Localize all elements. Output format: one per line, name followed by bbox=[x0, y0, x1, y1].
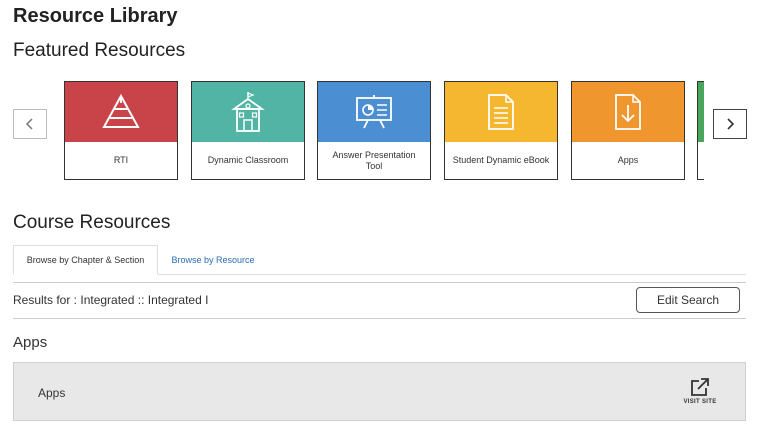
carousel-next-button[interactable] bbox=[713, 109, 747, 139]
browse-tabs: Browse by Chapter & Section Browse by Re… bbox=[13, 245, 746, 275]
card-answer-presentation-tool-banner bbox=[318, 82, 430, 142]
card-student-dynamic-ebook-banner bbox=[445, 82, 557, 142]
resource-row: Apps VISIT SITE bbox=[13, 362, 746, 421]
card-label: Student Dynamic eBook bbox=[452, 155, 550, 165]
card-label: Dynamic Classroom bbox=[207, 155, 289, 165]
pyramid-icon bbox=[102, 93, 140, 128]
schoolhouse-icon bbox=[231, 92, 265, 132]
download-icon bbox=[615, 94, 641, 130]
featured-card-answer-presentation-tool[interactable]: Answer Presentation Tool bbox=[317, 81, 431, 180]
featured-card-apps[interactable]: Apps bbox=[571, 81, 685, 180]
tab-browse-by-resource[interactable]: Browse by Resource bbox=[158, 245, 268, 275]
featured-card-partial[interactable] bbox=[697, 81, 704, 180]
course-resources-heading: Course Resources bbox=[13, 212, 171, 233]
card-label: RTI bbox=[113, 155, 129, 165]
tab-browse-by-chapter-section[interactable]: Browse by Chapter & Section bbox=[13, 245, 158, 275]
document-icon bbox=[488, 94, 514, 130]
card-label bbox=[698, 142, 704, 179]
carousel-prev-button[interactable] bbox=[13, 109, 47, 139]
external-link-icon bbox=[691, 378, 709, 396]
visit-site-label: VISIT SITE bbox=[683, 399, 717, 405]
card-dynamic-classroom-banner bbox=[192, 82, 304, 142]
card-label: Answer Presentation Tool bbox=[332, 149, 416, 171]
section-heading-apps: Apps bbox=[13, 334, 48, 351]
edit-search-button[interactable]: Edit Search bbox=[636, 287, 740, 313]
results-summary: Results for : Integrated :: Integrated I bbox=[13, 293, 209, 307]
presentation-board-icon bbox=[356, 95, 392, 129]
featured-card-student-dynamic-ebook[interactable]: Student Dynamic eBook bbox=[444, 81, 558, 180]
resource-name: Apps bbox=[38, 386, 66, 400]
featured-resources-heading: Featured Resources bbox=[13, 40, 186, 61]
chevron-left-icon bbox=[25, 118, 33, 130]
featured-carousel: RTI Dynamic Classroom Answer Presentatio… bbox=[64, 81, 704, 181]
chevron-right-icon bbox=[727, 118, 735, 130]
card-partial-banner bbox=[698, 82, 704, 142]
divider bbox=[13, 318, 746, 319]
featured-card-dynamic-classroom[interactable]: Dynamic Classroom bbox=[191, 81, 305, 180]
divider bbox=[13, 282, 746, 283]
card-rti-banner bbox=[65, 82, 177, 142]
card-apps-banner bbox=[572, 82, 684, 142]
card-label: Apps bbox=[617, 155, 639, 165]
page-title: Resource Library bbox=[13, 5, 178, 27]
featured-card-rti[interactable]: RTI bbox=[64, 81, 178, 180]
visit-site-link[interactable]: VISIT SITE bbox=[676, 377, 724, 405]
